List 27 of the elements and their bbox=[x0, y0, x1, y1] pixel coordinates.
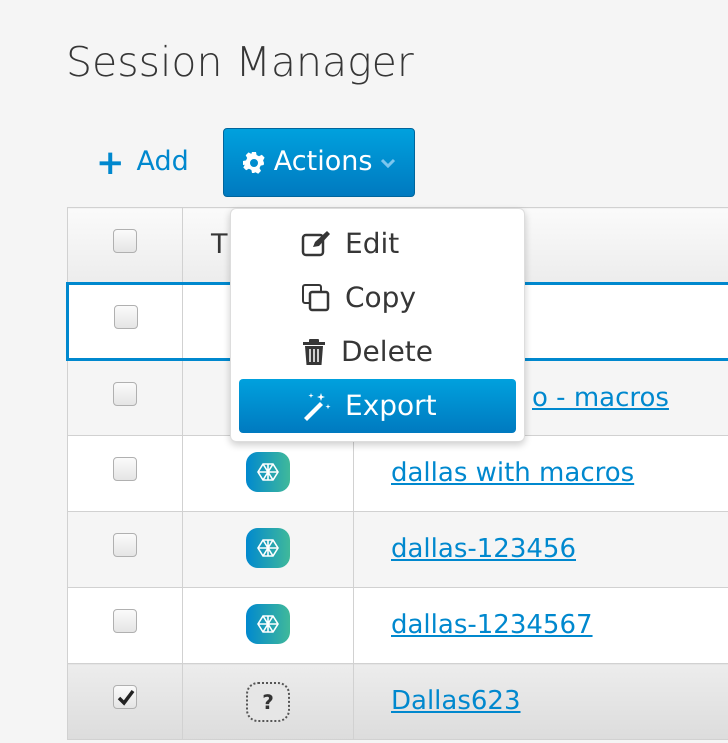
menu-item[interactable]: Copy bbox=[239, 271, 516, 325]
copy-icon bbox=[301, 283, 331, 313]
add-button[interactable]: + Add bbox=[66, 142, 189, 183]
session-link[interactable]: dallas-1234567 bbox=[354, 610, 593, 640]
checkbox[interactable] bbox=[114, 305, 138, 330]
app-icon bbox=[246, 604, 290, 644]
app-icon bbox=[246, 528, 290, 568]
checkbox[interactable] bbox=[113, 609, 137, 634]
app-icon bbox=[246, 452, 290, 492]
actions-button[interactable]: Actions bbox=[222, 128, 416, 197]
unknown-icon: ? bbox=[246, 682, 290, 722]
menu-item[interactable]: Delete bbox=[239, 325, 516, 379]
checkbox[interactable] bbox=[113, 457, 137, 482]
page-title: Session Manager bbox=[66, 37, 415, 88]
menu-item[interactable]: Edit bbox=[239, 217, 516, 271]
edit-icon bbox=[301, 230, 331, 258]
session-link[interactable]: Dallas623 bbox=[354, 686, 521, 716]
checkbox[interactable] bbox=[113, 533, 137, 558]
checkbox[interactable] bbox=[113, 382, 137, 406]
session-link[interactable]: dallas-123456 bbox=[354, 534, 576, 564]
gear-icon bbox=[242, 150, 266, 174]
checkbox[interactable] bbox=[113, 228, 137, 253]
session-link[interactable]: dallas with macros bbox=[354, 458, 634, 488]
trash-icon bbox=[301, 338, 327, 366]
menu-item[interactable]: Export bbox=[239, 379, 516, 433]
checkbox[interactable] bbox=[113, 685, 137, 710]
chevron-down-icon bbox=[380, 158, 396, 168]
